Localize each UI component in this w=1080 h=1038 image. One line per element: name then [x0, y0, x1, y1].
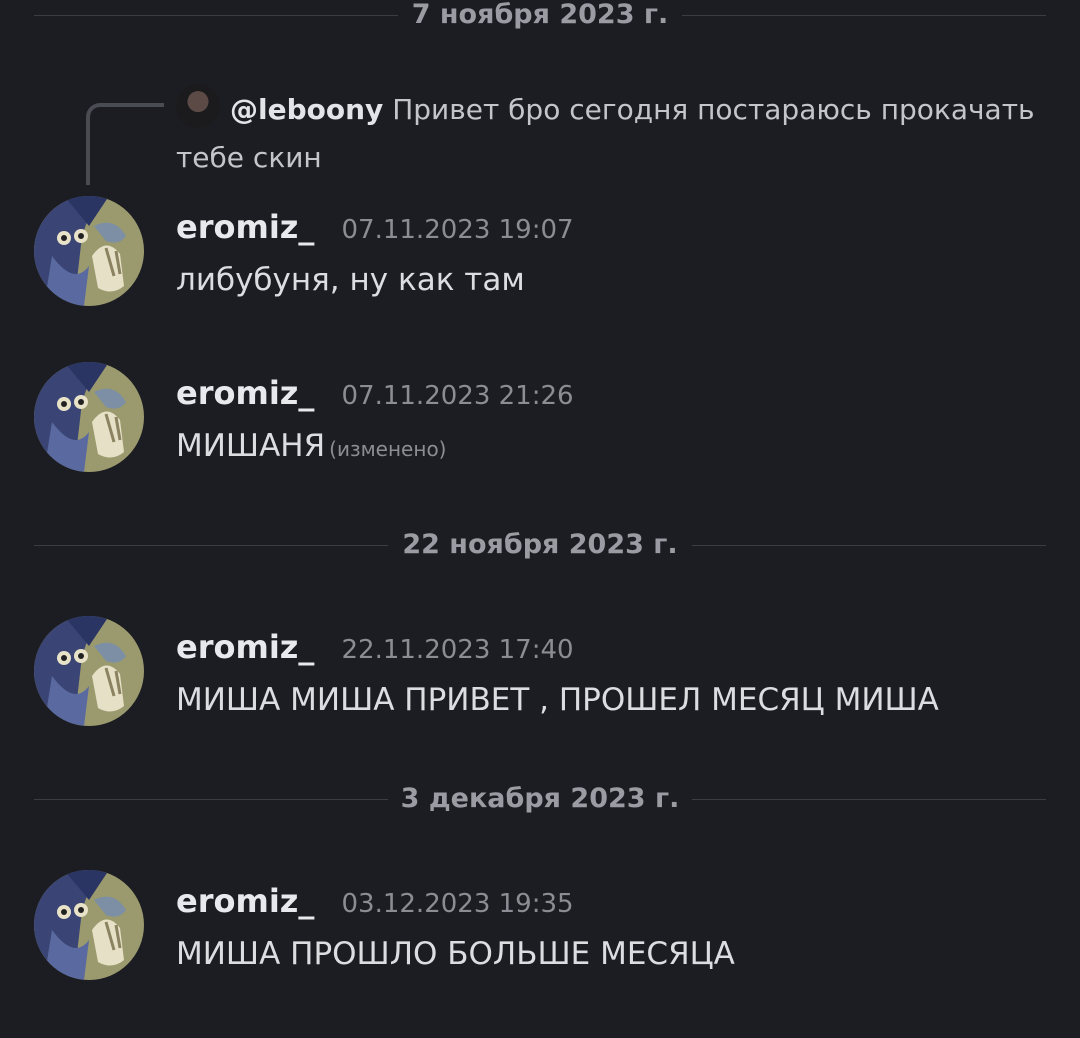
- avatar[interactable]: [34, 196, 144, 306]
- avatar[interactable]: [34, 616, 144, 726]
- avatar[interactable]: [34, 870, 144, 980]
- message-timestamp: 22.11.2023 17:40: [341, 635, 574, 665]
- author-name[interactable]: eromiz_: [176, 882, 314, 920]
- author-name[interactable]: eromiz_: [176, 374, 314, 412]
- message-text: МИШАНЯ: [176, 428, 326, 464]
- date-divider: 7 ноября 2023 г.: [34, 0, 1046, 30]
- message-text: МИША МИША ПРИВЕТ , ПРОШЕЛ МЕСЯЦ МИША: [176, 682, 939, 718]
- date-divider: 22 ноября 2023 г.: [34, 530, 1046, 560]
- divider-line-right: [692, 545, 1046, 546]
- message-timestamp: 03.12.2023 19:35: [341, 889, 574, 919]
- reply-mention[interactable]: @leboony: [230, 93, 383, 126]
- avatar[interactable]: [34, 362, 144, 472]
- reply-preview[interactable]: @leboony Привет бро сегодня постараюсь п…: [176, 86, 1036, 182]
- message-timestamp: 07.11.2023 21:26: [341, 381, 574, 411]
- edited-label: (изменено): [329, 437, 447, 461]
- message-timestamp: 07.11.2023 19:07: [341, 215, 574, 245]
- message-text: либубуня, ну как там: [176, 262, 525, 298]
- author-name[interactable]: eromiz_: [176, 208, 314, 246]
- author-name[interactable]: eromiz_: [176, 628, 314, 666]
- reply-connector: [86, 103, 164, 185]
- divider-line-right: [692, 799, 1046, 800]
- divider-line-right: [682, 15, 1046, 16]
- date-divider: 3 декабря 2023 г.: [34, 784, 1046, 814]
- message-text: МИША ПРОШЛО БОЛЬШЕ МЕСЯЦА: [176, 936, 735, 972]
